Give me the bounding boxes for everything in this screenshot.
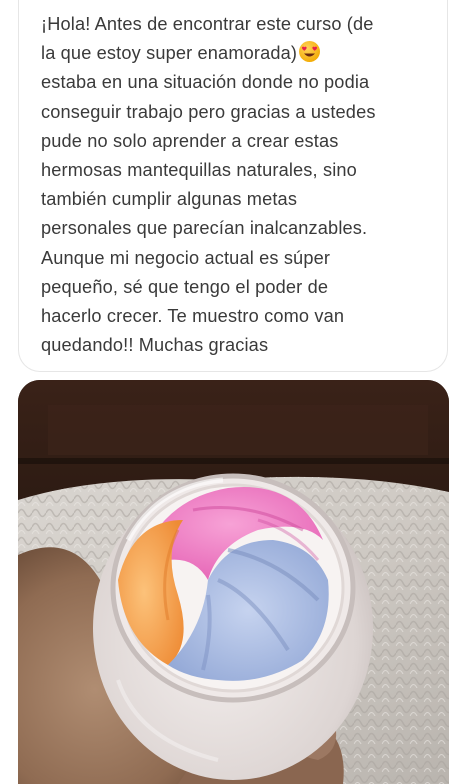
message-line: también cumplir algunas metas xyxy=(41,189,298,210)
message-line: pude no solo aprender a crear estas xyxy=(41,130,339,151)
message-line: personales que parecían inalcanzables. xyxy=(41,218,368,239)
message-line: Aunque mi negocio actual es súper xyxy=(41,247,331,268)
message-line: hacerlo crecer. Te muestro como van xyxy=(41,306,345,327)
message-bubble: ¡Hola! Antes de encontrar este curso (de… xyxy=(18,0,448,372)
body-butter-jar-image xyxy=(18,380,449,784)
message-text: ¡Hola! Antes de encontrar este curso (de… xyxy=(41,10,435,360)
product-photo[interactable] xyxy=(18,380,449,784)
message-line: pequeño, sé que tengo el poder de xyxy=(41,276,329,297)
message-line: hermosas mantequillas naturales, sino xyxy=(41,160,357,181)
message-line: quedando!! Muchas gracias xyxy=(41,335,269,356)
message-line: la que estoy super enamorada) xyxy=(41,43,298,64)
message-line: conseguir trabajo pero gracias a ustedes xyxy=(41,101,376,122)
message-line: ¡Hola! Antes de encontrar este curso (de xyxy=(41,14,374,34)
message-line: estaba en una situación donde no podia xyxy=(41,72,370,93)
message-line-with-emoji: la que estoy super enamorada) xyxy=(41,39,435,68)
heart-eyes-emoji-icon xyxy=(299,41,321,63)
